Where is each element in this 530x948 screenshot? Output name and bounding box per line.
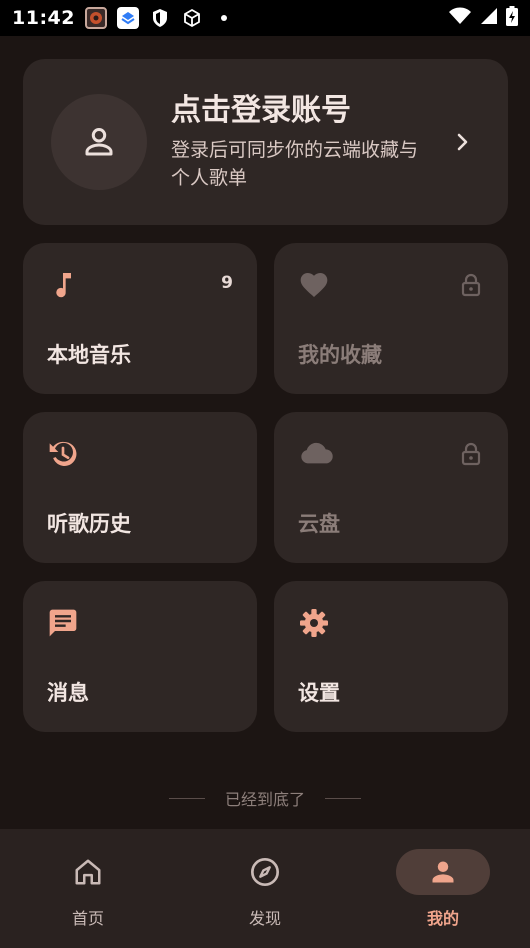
tile-label: 我的收藏 xyxy=(298,343,382,367)
battery-charging-icon xyxy=(506,6,518,30)
settings-gear-icon xyxy=(298,607,330,639)
nav-label: 我的 xyxy=(426,909,459,928)
status-time: 11:42 xyxy=(12,7,75,29)
signal-icon xyxy=(480,7,498,29)
nav-home[interactable]: 首页 xyxy=(23,849,153,929)
status-bar: 11:42 xyxy=(0,0,530,36)
end-of-list-note: 已经到底了 xyxy=(0,786,530,810)
divider xyxy=(325,797,361,799)
notification-icons xyxy=(84,7,235,29)
tile-messages[interactable]: 消息 xyxy=(23,581,257,732)
avatar xyxy=(51,94,147,190)
app-icon-layers xyxy=(116,7,139,29)
profile-page: 点击登录账号 登录后可同步你的云端收藏与个人歌单 9 本地音乐 我的收藏 听歌历… xyxy=(0,36,530,829)
wifi-icon xyxy=(448,7,472,29)
tile-listening-history[interactable]: 听歌历史 xyxy=(23,412,257,563)
login-subtitle: 登录后可同步你的云端收藏与个人歌单 xyxy=(171,139,419,189)
cloud-icon xyxy=(298,438,336,470)
tile-label: 消息 xyxy=(47,681,89,705)
tile-settings[interactable]: 设置 xyxy=(274,581,508,732)
nav-label: 发现 xyxy=(248,909,281,928)
heart-icon xyxy=(298,269,330,301)
bottom-navigation: 首页 发现 我的 xyxy=(0,829,530,948)
compass-icon xyxy=(218,849,312,895)
music-note-icon xyxy=(47,269,79,301)
tile-cloud-drive[interactable]: 云盘 xyxy=(274,412,508,563)
nav-label: 首页 xyxy=(71,909,104,928)
history-icon xyxy=(47,438,79,470)
tile-label: 云盘 xyxy=(298,512,340,536)
tile-label: 听歌历史 xyxy=(47,512,131,536)
nav-mine[interactable]: 我的 xyxy=(378,849,508,929)
tile-my-favorites[interactable]: 我的收藏 xyxy=(274,243,508,394)
person-outline-icon xyxy=(85,128,113,156)
local-music-count: 9 xyxy=(221,273,233,293)
chevron-right-icon xyxy=(456,132,470,152)
lock-icon xyxy=(460,442,482,466)
person-icon xyxy=(396,849,490,895)
shield-icon xyxy=(149,7,171,29)
login-text: 点击登录账号 登录后可同步你的云端收藏与个人歌单 xyxy=(171,92,436,192)
system-icons xyxy=(448,6,518,30)
lock-icon xyxy=(460,273,482,297)
login-card[interactable]: 点击登录账号 登录后可同步你的云端收藏与个人歌单 xyxy=(23,59,508,225)
cube-icon xyxy=(181,7,203,29)
nav-discover[interactable]: 发现 xyxy=(200,849,330,929)
message-icon xyxy=(47,607,79,639)
tile-label: 本地音乐 xyxy=(47,343,131,367)
home-icon xyxy=(41,849,135,895)
tile-local-music[interactable]: 9 本地音乐 xyxy=(23,243,257,394)
login-title: 点击登录账号 xyxy=(171,93,351,128)
divider xyxy=(168,797,205,799)
dot-icon xyxy=(213,7,235,29)
tile-label: 设置 xyxy=(298,681,340,705)
app-icon-red xyxy=(84,7,107,29)
end-of-list-text: 已经到底了 xyxy=(224,790,305,809)
